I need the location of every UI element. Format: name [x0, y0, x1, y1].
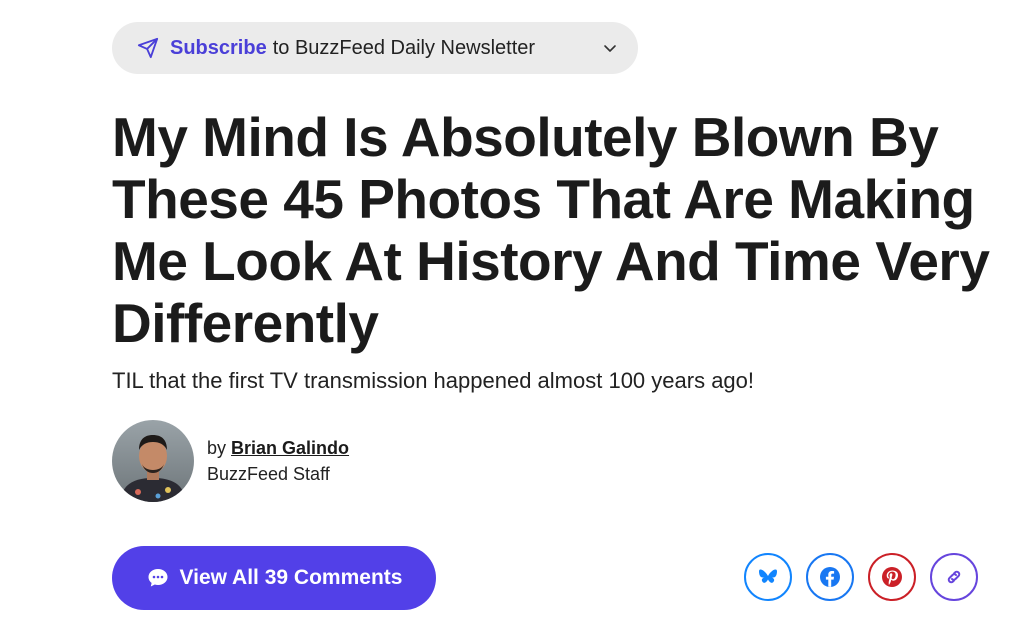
share-buttons: [744, 553, 978, 601]
newsletter-subscribe-button[interactable]: Subscribe to BuzzFeed Daily Newsletter: [112, 22, 638, 74]
chevron-down-icon: [602, 40, 618, 56]
comment-bubble-icon: [146, 566, 170, 590]
pinterest-icon: [882, 567, 902, 587]
newsletter-name: to BuzzFeed Daily Newsletter: [272, 36, 536, 59]
share-bluesky-button[interactable]: [744, 553, 792, 601]
by-prefix: by: [207, 438, 227, 458]
article-headline: My Mind Is Absolutely Blown By These 45 …: [112, 106, 990, 354]
paper-plane-icon: [137, 37, 159, 59]
copy-link-button[interactable]: [930, 553, 978, 601]
butterfly-icon: [759, 569, 777, 583]
view-comments-button[interactable]: View All 39 Comments: [112, 546, 436, 610]
facebook-icon: [820, 567, 840, 587]
author-info: by Brian Galindo BuzzFeed Staff: [207, 435, 349, 487]
article-description: TIL that the first TV transmission happe…: [112, 368, 755, 393]
author-role: BuzzFeed Staff: [207, 464, 330, 484]
author-by-line: by Brian Galindo: [207, 435, 349, 461]
link-icon: [947, 570, 961, 584]
author-byline: by Brian Galindo BuzzFeed Staff: [112, 420, 349, 502]
view-comments-label: View All 39 Comments: [179, 566, 403, 589]
author-avatar[interactable]: [112, 420, 194, 502]
share-facebook-button[interactable]: [806, 553, 854, 601]
share-pinterest-button[interactable]: [868, 553, 916, 601]
author-name-link[interactable]: Brian Galindo: [231, 438, 349, 458]
subscribe-label: Subscribe: [170, 36, 267, 59]
